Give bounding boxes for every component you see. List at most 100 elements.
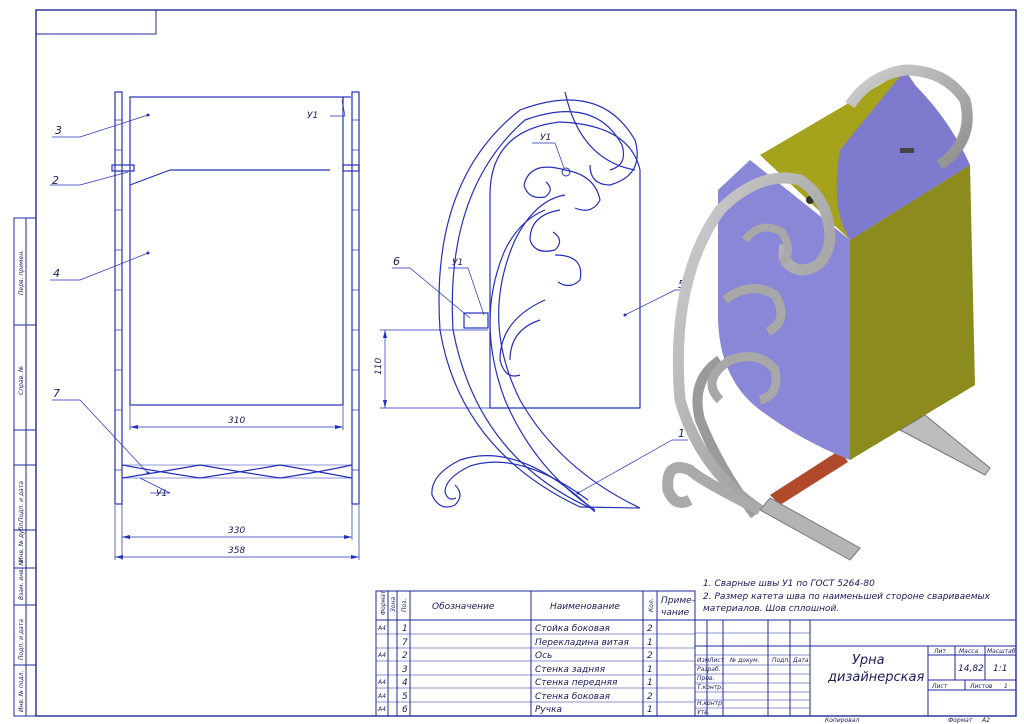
svg-text:3: 3	[402, 665, 408, 675]
tb-role-prov: Пров.	[697, 675, 715, 682]
dim-110: 110	[374, 358, 384, 375]
tb-hdr-doc: № докум.	[729, 657, 760, 664]
handle-knob	[561, 167, 571, 177]
spec-hdr-format: Формат	[380, 590, 387, 615]
note-2: 2. Размер катета шва по наименьшей сторо…	[703, 592, 991, 602]
drawing-title-line2: дизайнерская	[827, 670, 924, 685]
dim-358: 358	[228, 546, 245, 556]
spec-hdr-note1: Приме-	[661, 596, 695, 606]
svg-text:2: 2	[647, 692, 653, 702]
spec-row: А4 4 Стенка передняя 1	[377, 678, 653, 688]
svg-text:Стенка задняя: Стенка задняя	[535, 665, 606, 675]
svg-text:2: 2	[647, 624, 653, 634]
dim-330: 330	[228, 526, 245, 536]
svg-text:5: 5	[402, 692, 408, 702]
spec-row: А4 1 Стойка боковая 2	[377, 624, 653, 634]
svg-text:1: 1	[647, 638, 653, 648]
tb-sheets-value: 1	[1004, 683, 1008, 690]
footer-format-label: Формат	[948, 717, 973, 724]
weld-label-4: У1	[452, 258, 463, 268]
svg-text:А4: А4	[377, 693, 386, 700]
svg-text:Стенка боковая: Стенка боковая	[535, 692, 611, 702]
footer-copied: Копировал	[825, 717, 859, 724]
svg-text:1: 1	[647, 705, 653, 715]
svg-text:А4: А4	[377, 652, 386, 659]
axis-rod	[770, 450, 848, 505]
spec-hdr-qty: Кол.	[648, 598, 655, 612]
side-label-inv-dubl: Инв. № дубл.	[18, 521, 25, 562]
callout-1: 1	[678, 427, 685, 440]
callout-3: 3	[55, 124, 62, 137]
front-dimensions	[114, 406, 360, 560]
svg-text:7: 7	[402, 638, 408, 648]
svg-text:1: 1	[647, 665, 653, 675]
spec-hdr-pos: Поз.	[401, 599, 408, 612]
spec-rows: А4 1 Стойка боковая 2 7 Перекладина вита…	[377, 624, 653, 715]
dim-310: 310	[228, 416, 245, 426]
svg-text:Ось: Ось	[535, 651, 552, 661]
tb-mass: Масса	[959, 648, 978, 655]
axis-right	[342, 164, 360, 172]
spec-row: 7 Перекладина витая 1	[402, 638, 653, 648]
tb-hdr-podp: Подп.	[772, 657, 790, 664]
cad-drawing: Перв. примен. Справ. № Подп. и дата Инв.…	[13, 9, 1017, 724]
tb-hdr-date: Дата	[792, 657, 809, 664]
svg-text:2: 2	[647, 651, 653, 661]
note-3: материалов. Шов сплошной.	[703, 604, 839, 614]
side-label-podp1: Подп. и дата	[18, 481, 25, 522]
top-left-stamp	[35, 9, 157, 35]
side-label-inv-podl: Инв. № подл.	[18, 671, 25, 712]
drawing-sheet: Перв. примен. Справ. № Подп. и дата Инв.…	[0, 0, 1024, 724]
footer-format-value: А2	[981, 717, 990, 724]
spec-hdr-note2: чание	[661, 608, 690, 618]
tb-scale: Масштаб	[987, 648, 1016, 655]
right-post	[351, 91, 360, 505]
side-label-perv: Перв. примен.	[18, 250, 25, 295]
callout-6: 6	[393, 255, 400, 268]
spec-hdr-name: Наименование	[550, 602, 620, 612]
tb-mass-value: 14,82	[958, 664, 984, 674]
note-1: 1. Сварные швы У1 по ГОСТ 5264-80	[703, 579, 875, 589]
svg-text:А4: А4	[377, 706, 386, 713]
tb-sheets: Листов	[969, 683, 993, 690]
side-view	[431, 91, 641, 513]
isometric-view	[662, 64, 991, 561]
tb-scale-value: 1:1	[993, 664, 1007, 674]
tb-sheet: Лист	[931, 683, 948, 690]
svg-text:Перекладина витая: Перекладина витая	[535, 638, 630, 648]
svg-text:1: 1	[647, 678, 653, 688]
tb-role-razrab: Разраб.	[697, 666, 721, 673]
svg-text:Стойка боковая: Стойка боковая	[535, 624, 611, 634]
tb-role-tkontr: Т.контр.	[697, 684, 723, 691]
spec-hdr-zone: Зона	[390, 597, 397, 612]
twisted-crossbar	[121, 464, 353, 479]
svg-text:4: 4	[402, 678, 408, 688]
svg-text:2: 2	[402, 651, 408, 661]
spec-row: А4 2 Ось 2	[377, 651, 653, 661]
spec-hdr-designation: Обозначение	[432, 602, 495, 612]
svg-text:1: 1	[402, 624, 408, 634]
svg-text:Ручка: Ручка	[535, 705, 562, 715]
side-label-vzam: Взам. инв. №	[18, 559, 25, 600]
svg-text:Стенка передняя: Стенка передняя	[535, 678, 618, 688]
front-view	[111, 91, 360, 505]
callout-7: 7	[53, 387, 60, 400]
svg-text:А4: А4	[377, 625, 386, 632]
spec-row: 3 Стенка задняя 1	[402, 665, 653, 675]
callout-4: 4	[53, 267, 60, 280]
tb-hdr-izm: Изм	[697, 657, 710, 664]
callout-2: 2	[52, 174, 59, 187]
svg-text:6: 6	[402, 705, 408, 715]
tb-hdr-list: Лист	[708, 657, 725, 664]
tb-role-nkontr: Н.контр.	[697, 700, 724, 707]
weld-label-3: У1	[540, 133, 551, 143]
spec-row: А4 6 Ручка 1	[377, 705, 653, 715]
weld-label-1: У1	[307, 111, 318, 121]
drawing-title-line1: Урна	[852, 653, 885, 668]
spec-row: А4 5 Стенка боковая 2	[377, 692, 653, 702]
back-wall	[129, 96, 344, 406]
side-label-podp2: Подп. и дата	[18, 619, 25, 660]
tb-role-utv: Утв.	[697, 709, 710, 716]
svg-text:А4: А4	[377, 679, 386, 686]
weld-label-2: У1	[156, 489, 167, 499]
